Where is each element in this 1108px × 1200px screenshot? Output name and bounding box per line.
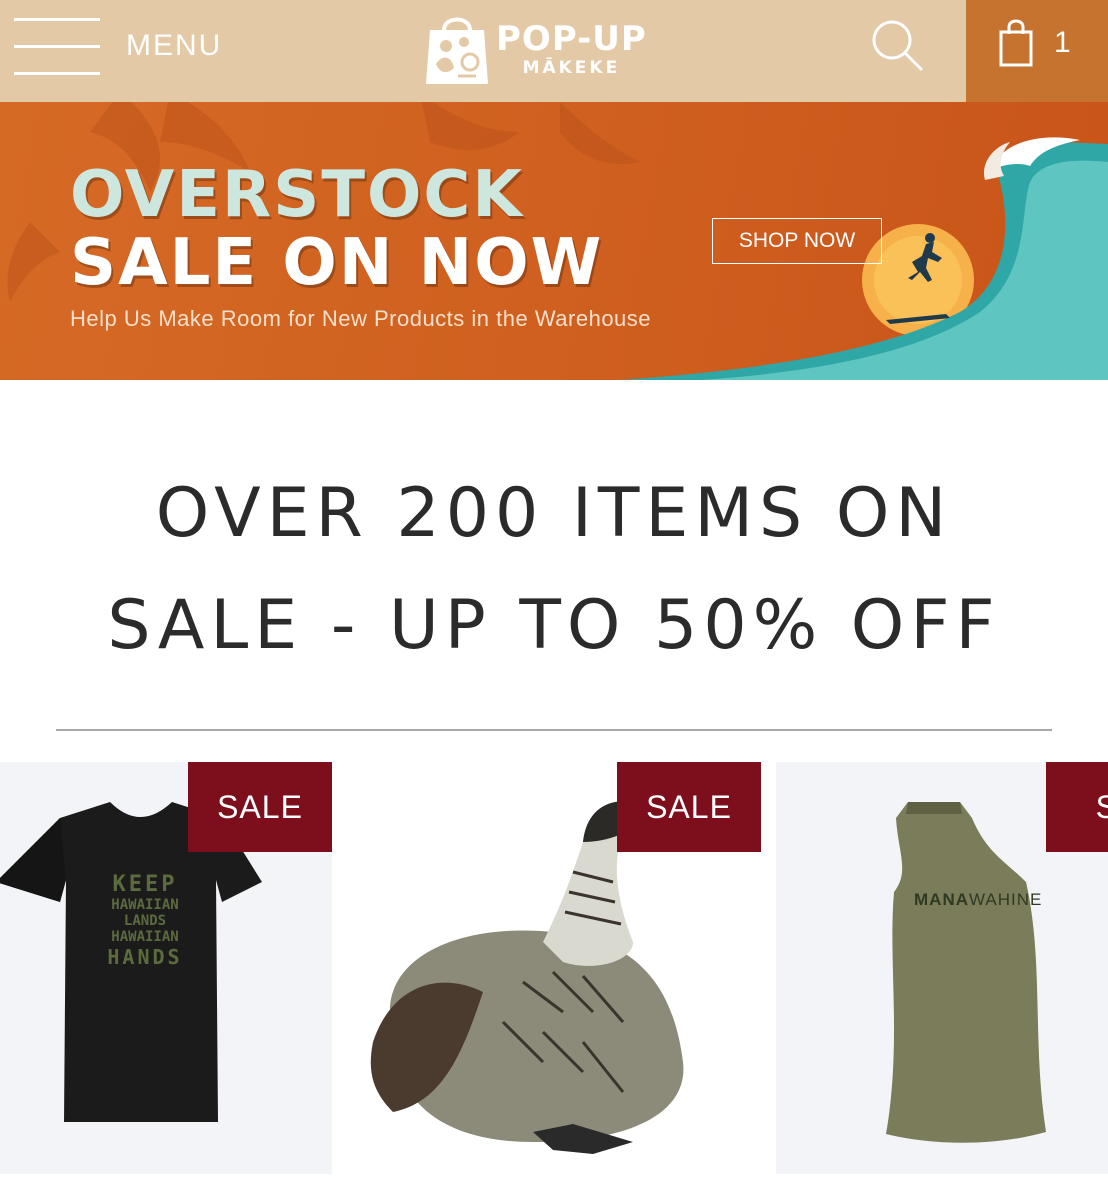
tank-top-print: MANAWAHINE [914, 890, 1042, 910]
section-divider [56, 729, 1052, 731]
logo-subtitle: MĀKEKE [522, 57, 621, 78]
search-icon [872, 20, 924, 72]
overstock-sale-banner[interactable]: OVERSTOCK SALE ON NOW Help Us Make Room … [0, 102, 1108, 380]
shopping-bag-icon [999, 19, 1033, 67]
banner-subtitle: Help Us Make Room for New Products in th… [70, 306, 652, 331]
cart-button[interactable]: 1 [966, 0, 1108, 102]
tank-text-2: WAHINE [969, 890, 1043, 909]
sale-badge: SALE [188, 762, 332, 852]
tshirt-text-3: LANDS [123, 913, 167, 929]
tshirt-text-5: HANDS [107, 945, 183, 969]
shop-now-button[interactable]: SHOP NOW [712, 218, 882, 264]
menu-label: MENU [126, 29, 223, 62]
search-button[interactable] [868, 16, 928, 76]
cart-count: 1 [1054, 26, 1071, 59]
product-card-nene-plush[interactable]: SALE [333, 762, 775, 1174]
hamburger-icon [14, 16, 100, 76]
sale-badge: SA [1046, 762, 1108, 852]
site-header: MENU POP-UP MĀKEKE 1 [0, 0, 1108, 102]
tshirt-text-4: HAWAIIAN [111, 929, 179, 945]
site-logo[interactable]: POP-UP MĀKEKE [424, 8, 684, 90]
product-card-tank-top[interactable]: MANAWAHINE SA [776, 762, 1108, 1174]
menu-button[interactable]: MENU [14, 14, 222, 78]
shopping-bag-logo-icon [426, 17, 488, 84]
banner-title-overstock: OVERSTOCK [70, 158, 524, 232]
headline-line-1: OVER 200 ITEMS ON [155, 474, 953, 553]
banner-title-sale: SALE ON NOW [70, 226, 604, 300]
logo-title: POP-UP [496, 18, 647, 59]
sale-badge: SALE [617, 762, 761, 852]
tshirt-print: KEEP HAWAIIAN LANDS HAWAIIAN HANDS [70, 872, 220, 969]
product-card-tshirt[interactable]: KEEP HAWAIIAN LANDS HAWAIIAN HANDS SALE [0, 762, 332, 1174]
tshirt-text-1: KEEP [112, 872, 178, 897]
product-grid: KEEP HAWAIIAN LANDS HAWAIIAN HANDS SALE … [0, 762, 1108, 1200]
tank-text-1: MANA [914, 890, 969, 909]
tshirt-text-2: HAWAIIAN [111, 897, 179, 913]
headline-line-2: SALE - UP TO 50% OFF [107, 586, 1001, 665]
sale-headline: OVER 200 ITEMS ON SALE - UP TO 50% OFF [0, 458, 1108, 682]
